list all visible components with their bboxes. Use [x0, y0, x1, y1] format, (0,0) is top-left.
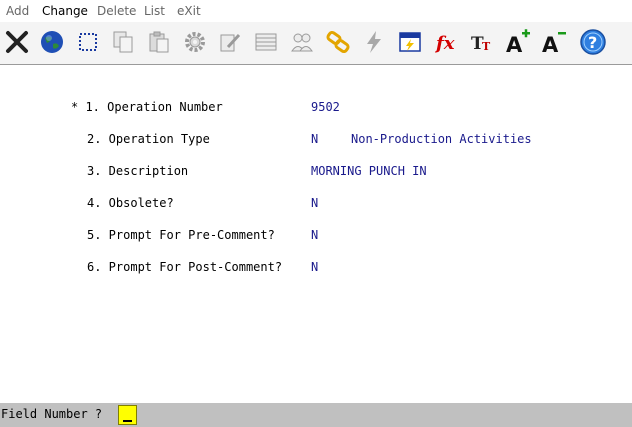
svg-text:A: A	[506, 33, 523, 55]
field-6-value[interactable]: N	[311, 260, 318, 274]
select-box-button[interactable]	[72, 24, 104, 60]
lightning-button[interactable]	[358, 24, 390, 60]
svg-text:?: ?	[588, 33, 597, 52]
field-5-label: 5. Prompt For Pre-Comment?	[87, 228, 275, 242]
field-4-value[interactable]: N	[311, 196, 318, 210]
select-box-icon	[79, 33, 97, 51]
svg-text:A: A	[542, 33, 559, 55]
field-3-value[interactable]: MORNING PUNCH IN	[311, 164, 427, 178]
form-area: * 1. Operation Number 9502 2. Operation …	[0, 65, 632, 403]
menu-change[interactable]: Change	[42, 4, 88, 18]
close-icon	[6, 31, 28, 53]
field-5-value[interactable]: N	[311, 228, 318, 242]
field-6-label: 6. Prompt For Post-Comment?	[87, 260, 283, 274]
help-button[interactable]: ?	[577, 24, 609, 60]
status-bar: Field Number ?	[0, 403, 632, 427]
copy-button[interactable]	[107, 24, 139, 60]
field-4-label: 4. Obsolete?	[87, 196, 174, 210]
field-1-value[interactable]: 9502	[311, 100, 340, 114]
font-decrease-icon: A	[542, 32, 566, 55]
font-decrease-button[interactable]: A	[538, 24, 570, 60]
link-icon	[326, 30, 350, 54]
field-2-label: 2. Operation Type	[87, 132, 210, 146]
menu-delete[interactable]: Delete	[97, 4, 136, 18]
menu-exit[interactable]: eXit	[177, 4, 201, 18]
edit-icon	[220, 33, 241, 52]
field-2-description: Non-Production Activities	[351, 132, 532, 146]
toolbar: fx T T A A ?	[0, 22, 632, 65]
text-cursor	[123, 420, 132, 422]
menu-add[interactable]: Add	[6, 4, 29, 18]
calendar-button[interactable]	[394, 24, 426, 60]
font-increase-button[interactable]: A	[502, 24, 534, 60]
list-icon	[255, 33, 277, 51]
users-button[interactable]	[286, 24, 318, 60]
fx-icon: fx	[434, 33, 455, 54]
field-1-label: * 1. Operation Number	[71, 100, 223, 114]
paste-button[interactable]	[143, 24, 175, 60]
field-number-input[interactable]	[118, 405, 137, 425]
svg-text:fx: fx	[434, 33, 455, 54]
help-icon: ?	[580, 29, 606, 55]
field-3-label: 3. Description	[87, 164, 189, 178]
gear-icon	[185, 32, 205, 52]
users-icon	[291, 33, 313, 52]
lightning-icon	[367, 31, 381, 53]
close-button[interactable]	[1, 24, 33, 60]
font-size-icon: T T	[471, 34, 491, 54]
function-button[interactable]: fx	[430, 24, 462, 60]
paste-icon	[149, 31, 169, 53]
copy-icon	[113, 31, 133, 53]
globe-button[interactable]	[36, 24, 68, 60]
field-number-prompt: Field Number ?	[1, 407, 103, 421]
calendar-icon	[399, 32, 421, 52]
list-button[interactable]	[250, 24, 282, 60]
link-button[interactable]	[322, 24, 354, 60]
menu-bar: Add Change Delete List eXit	[0, 0, 632, 22]
globe-icon	[41, 31, 63, 53]
menu-list[interactable]: List	[144, 4, 165, 18]
edit-button[interactable]	[214, 24, 246, 60]
field-2-value[interactable]: N	[311, 132, 318, 146]
font-increase-icon: A	[506, 29, 530, 55]
font-size-button[interactable]: T T	[466, 24, 498, 60]
settings-button[interactable]	[179, 24, 211, 60]
svg-text:T: T	[482, 40, 491, 53]
